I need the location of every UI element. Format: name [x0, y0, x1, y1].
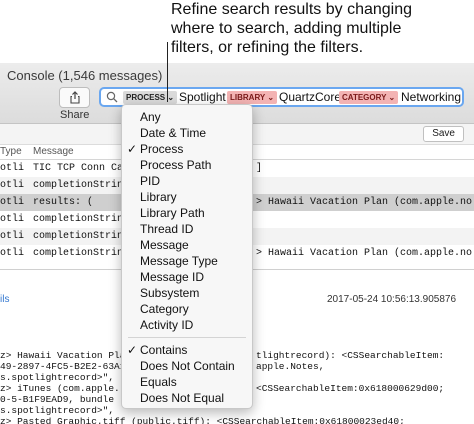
- process-token-value[interactable]: Spotlight: [179, 90, 226, 104]
- row-process: otli: [0, 163, 25, 174]
- menu-item-contains[interactable]: ✓ Contains: [122, 342, 252, 358]
- menu-item-library[interactable]: Library: [122, 189, 252, 205]
- menu-item-message-id[interactable]: Message ID: [122, 269, 252, 285]
- row-tail: > Hawaii Vacation Plan (com.apple.no: [256, 197, 473, 208]
- check-icon: ✓: [127, 343, 138, 357]
- menu-item-activity-id[interactable]: Activity ID: [122, 317, 252, 333]
- menu-item-message[interactable]: Message: [122, 237, 252, 253]
- category-token[interactable]: CATEGORY ⌄: [339, 91, 399, 104]
- library-token-value[interactable]: QuartzCore: [279, 90, 341, 104]
- row-process: otli: [0, 231, 25, 242]
- menu-item-category[interactable]: Category: [122, 301, 252, 317]
- detail-right-text: apple.Notes,: [256, 361, 325, 372]
- share-button[interactable]: [59, 87, 90, 108]
- library-token[interactable]: LIBRARY ⌄: [227, 91, 278, 104]
- row-message: completionStrin: [33, 180, 124, 191]
- row-message: completionStrin: [33, 214, 124, 225]
- menu-item-thread-id[interactable]: Thread ID: [122, 221, 252, 237]
- detail-left-text: 0-5-B1F9EAD9, bundle: [0, 394, 115, 405]
- callout-line-1: Refine search results by changing: [171, 1, 413, 18]
- detail-line: s.spotlightrecord>",: [0, 372, 114, 383]
- detail-right-text: <CSSearchableItem:0x618000629d00;: [256, 383, 445, 394]
- detail-line: s.spotlightrecord>",: [0, 405, 114, 416]
- search-icon: [106, 91, 118, 103]
- detail-right-text: tlightrecord): <CSSearchableItem:: [256, 350, 445, 361]
- row-process: otli: [0, 214, 25, 225]
- menu-item-date-time[interactable]: Date & Time: [122, 125, 252, 141]
- detail-left-text: z> iTunes (com.apple.: [0, 383, 120, 394]
- row-process: otli: [0, 197, 25, 208]
- detail-left-text: s.spotlightrecord>",: [0, 372, 115, 383]
- column-message[interactable]: Message: [33, 146, 74, 157]
- detail-line: z> Pasted Graphic.tiff (public.tiff): <C…: [0, 416, 405, 424]
- callout-annotation: Refine search results by changing where …: [171, 0, 471, 57]
- detail-left-text: z> Hawaii Vacation Pla: [0, 350, 126, 361]
- callout-line-2: where to search, adding multiple: [171, 20, 402, 37]
- menu-item-process-path[interactable]: Process Path: [122, 157, 252, 173]
- menu-item-message-type[interactable]: Message Type: [122, 253, 252, 269]
- detail-line: 49-2897-4FC5-B2E2-63A1 apple.Notes,: [0, 361, 324, 372]
- process-token-label: PROCESS: [126, 93, 166, 102]
- chevron-down-icon: ⌄: [267, 93, 275, 102]
- menu-item-library-path[interactable]: Library Path: [122, 205, 252, 221]
- menu-item-does-not-contain[interactable]: Does Not Contain: [122, 358, 252, 374]
- search-field-dropdown-menu: Any Date & Time ✓ Process Process Path PI…: [121, 104, 253, 409]
- window-title: Console (1,546 messages): [7, 68, 163, 83]
- category-token-label: CATEGORY: [342, 93, 387, 102]
- chevron-down-icon: ⌄: [388, 93, 396, 102]
- detail-line: z> Hawaii Vacation Pla tlightrecord): <CS…: [0, 350, 444, 361]
- library-token-label: LIBRARY: [230, 93, 266, 102]
- menu-item-process[interactable]: ✓ Process: [122, 141, 252, 157]
- column-type[interactable]: Type: [0, 146, 22, 157]
- row-message: results: (: [33, 197, 94, 208]
- row-tail: > Hawaii Vacation Plan (com.apple.no: [256, 248, 473, 259]
- detail-left-text: 49-2897-4FC5-B2E2-63A1: [0, 361, 126, 372]
- row-process: otli: [0, 248, 25, 259]
- process-token[interactable]: PROCESS ⌄: [123, 91, 178, 104]
- detail-line: z> iTunes (com.apple. <CSSearchableItem:0…: [0, 383, 444, 394]
- detail-timestamp: 2017-05-24 10:56:13.905876: [327, 294, 457, 305]
- menu-item-does-not-equal[interactable]: Does Not Equal: [122, 390, 252, 406]
- details-link[interactable]: ils: [0, 294, 9, 305]
- category-token-value[interactable]: Networking: [401, 90, 461, 104]
- menu-separator: [128, 337, 246, 338]
- callout-pointer: [167, 42, 168, 102]
- share-label: Share: [60, 109, 90, 121]
- detail-left-text: s.spotlightrecord>",: [0, 405, 115, 416]
- menu-item-subsystem[interactable]: Subsystem: [122, 285, 252, 301]
- check-icon: ✓: [127, 142, 138, 156]
- row-message: TIC TCP Conn Ca: [33, 163, 124, 174]
- menu-item-pid[interactable]: PID: [122, 173, 252, 189]
- menu-item-equals[interactable]: Equals: [122, 374, 252, 390]
- menu-item-any[interactable]: Any: [122, 109, 252, 125]
- detail-line: 0-5-B1F9EAD9, bundle: [0, 394, 114, 405]
- share-icon: [69, 91, 80, 104]
- row-message: completionStrin: [33, 231, 124, 242]
- chevron-down-icon: ⌄: [167, 93, 175, 102]
- row-message: completionStrin: [33, 248, 124, 259]
- callout-line-3: filters, or refining the filters.: [171, 39, 364, 56]
- row-tail: ]: [256, 163, 263, 174]
- detail-left-text: z> Pasted Graphic.tiff (public.tiff): <C…: [0, 416, 405, 424]
- row-process: otli: [0, 180, 25, 191]
- save-button[interactable]: Save: [423, 126, 464, 142]
